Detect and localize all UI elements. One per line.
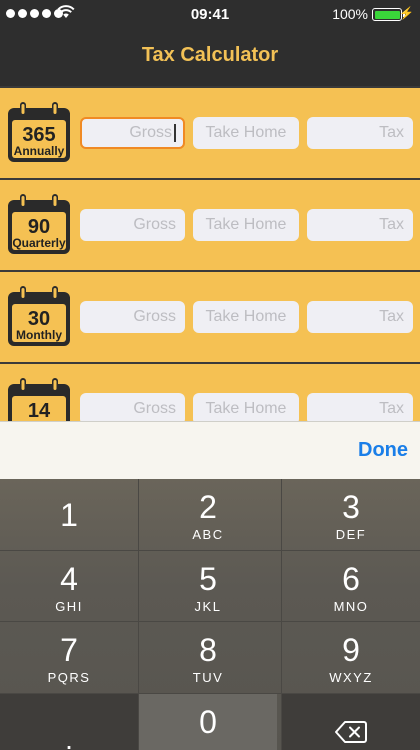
key-letters: MNO	[333, 599, 369, 614]
key-digit: 8	[199, 632, 217, 668]
key-letters: JKL	[194, 599, 222, 614]
period-label: Quarterly	[12, 236, 66, 250]
key-digit: 1	[60, 497, 78, 533]
key-decimal-point: .	[65, 724, 73, 750]
key-7[interactable]: 7 PQRS	[0, 622, 138, 693]
period-rows: 365 Annually Gross Take Home Tax 90 Quar…	[0, 84, 420, 424]
key-1[interactable]: 1	[0, 479, 138, 550]
key-digit: 4	[60, 561, 78, 597]
key-4[interactable]: 4 GHI	[0, 551, 138, 622]
tax-input[interactable]: Tax	[307, 393, 413, 424]
page-title: Tax Calculator	[141, 44, 279, 66]
calendar-icon: 365 Annually	[8, 102, 70, 162]
key-letters: TUV	[192, 670, 224, 685]
key-9[interactable]: 9 WXYZ	[282, 622, 420, 693]
key-2[interactable]: 2 ABC	[139, 479, 277, 550]
keypad-divider	[0, 621, 420, 622]
calendar-icon: 90 Quarterly	[8, 194, 70, 254]
key-digit: 2	[199, 489, 217, 525]
done-button[interactable]: Done	[358, 439, 408, 462]
key-digit: 6	[342, 561, 360, 597]
battery-icon	[372, 8, 405, 21]
key-3[interactable]: 3 DEF	[282, 479, 420, 550]
calendar-icon: 30 Monthly	[8, 286, 70, 346]
key-letters: WXYZ	[329, 670, 373, 685]
keypad-divider	[0, 693, 420, 694]
key-5[interactable]: 5 JKL	[139, 551, 277, 622]
key-letters: DEF	[335, 527, 367, 542]
row-quarterly: 90 Quarterly Gross Take Home Tax	[0, 178, 420, 270]
keypad-divider	[0, 550, 420, 551]
day-count: 365	[22, 124, 55, 146]
gross-input[interactable]: Gross	[80, 117, 185, 149]
screen: 09:41 100% ⚡ Tax Calculator 365 Annually…	[0, 0, 420, 750]
tax-input[interactable]: Tax	[307, 117, 413, 149]
take-home-input[interactable]: Take Home	[193, 301, 299, 333]
calendar-icon: 14	[8, 378, 70, 424]
status-bar: 09:41 100% ⚡	[0, 0, 420, 28]
key-0[interactable]: 0	[139, 694, 277, 750]
key-digit: 9	[342, 632, 360, 668]
tax-input[interactable]: Tax	[307, 209, 413, 241]
row-fortnightly: 14 Gross Take Home Tax	[0, 362, 420, 424]
keypad-divider	[281, 479, 282, 750]
text-caret	[174, 123, 176, 142]
battery-percentage: 100%	[332, 6, 368, 22]
take-home-input[interactable]: Take Home	[193, 393, 299, 424]
key-digit: 0	[199, 704, 217, 740]
charging-icon: ⚡	[399, 6, 414, 20]
day-count: 90	[28, 216, 50, 238]
gross-placeholder: Gross	[129, 124, 172, 141]
key-letters: GHI	[55, 599, 83, 614]
backspace-icon	[335, 721, 367, 743]
day-count: 30	[28, 308, 50, 330]
number-keypad: 1 2 ABC 3 DEF 4 GHI 5 JKL 6 MNO 7 PQRS 8…	[0, 479, 420, 750]
backspace-key[interactable]	[282, 694, 420, 750]
key-digit: 3	[342, 489, 360, 525]
period-label: Annually	[14, 144, 65, 158]
gross-input[interactable]: Gross	[80, 393, 185, 424]
keyboard-accessory-bar: Done	[0, 421, 420, 479]
key-digit: 7	[60, 632, 78, 668]
key-8[interactable]: 8 TUV	[139, 622, 277, 693]
key-letters: PQRS	[47, 670, 91, 685]
take-home-input[interactable]: Take Home	[193, 209, 299, 241]
key-digit: 5	[199, 561, 217, 597]
key-6[interactable]: 6 MNO	[282, 551, 420, 622]
key-letters: ABC	[192, 527, 224, 542]
navigation-bar: Tax Calculator	[0, 28, 420, 84]
gross-input[interactable]: Gross	[80, 301, 185, 333]
tax-input[interactable]: Tax	[307, 301, 413, 333]
row-annually: 365 Annually Gross Take Home Tax	[0, 86, 420, 178]
row-monthly: 30 Monthly Gross Take Home Tax	[0, 270, 420, 362]
gross-input[interactable]: Gross	[80, 209, 185, 241]
take-home-input[interactable]: Take Home	[193, 117, 299, 149]
day-count: 14	[28, 400, 51, 422]
decimal-key[interactable]: .	[0, 694, 138, 750]
period-label: Monthly	[16, 328, 62, 342]
keypad-divider	[138, 479, 139, 750]
